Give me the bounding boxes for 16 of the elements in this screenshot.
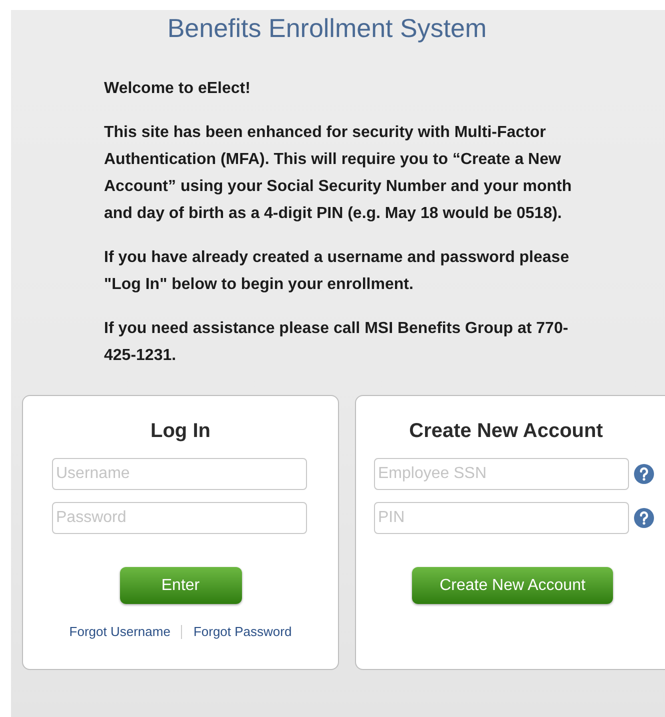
text-field[interactable]: PIN	[374, 502, 629, 534]
intro-paragraph: This site has been enhanced for security with Multi-Factor Authentication (MFA). This will require you to “Create a New Account” using your Social Security Number and your month and day of birth as a 4-digit PIN (e.g. May 18 would be 0518).	[104, 123, 573, 224]
card-title: Log In	[150, 419, 210, 444]
help-icon[interactable]	[634, 508, 654, 528]
intro-paragraph: If you have already created a username and password please "Log In" below to begin your enrollment.	[104, 248, 570, 295]
text-field[interactable]: Employee SSN	[374, 458, 629, 490]
help-icon[interactable]	[634, 464, 654, 484]
forgot-link[interactable]: Forgot Username	[69, 622, 170, 642]
text-field[interactable]: Username	[52, 458, 307, 490]
card-title: Create New Account	[408, 419, 604, 444]
text-field[interactable]: Password	[52, 502, 307, 534]
page-title: Benefits Enrollment System	[166, 12, 488, 45]
intro-paragraph: If you need assistance please call MSI Benefits Group at 770-425-1231.	[104, 319, 570, 366]
welcome-heading: Welcome to eElect!	[104, 79, 252, 99]
submit-button[interactable]: Create New Account	[412, 567, 613, 604]
forgot-link[interactable]: Forgot Password	[193, 622, 292, 642]
